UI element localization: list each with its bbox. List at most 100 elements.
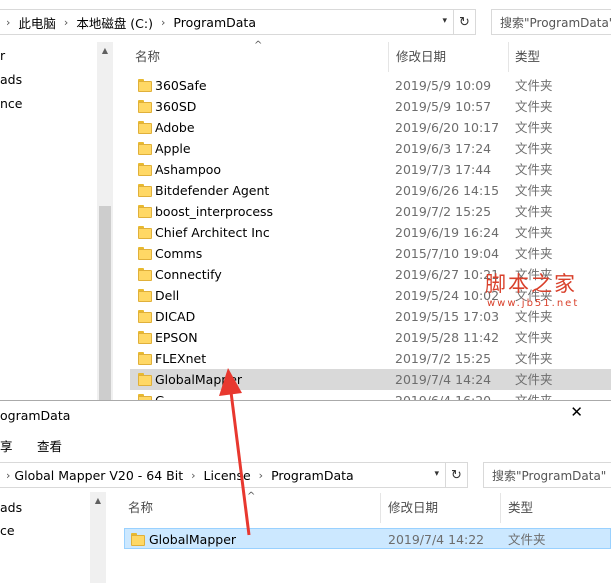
chevron-right-icon[interactable]: › xyxy=(0,16,16,29)
file-type: 文件夹 xyxy=(515,225,553,240)
folder-icon xyxy=(138,184,152,197)
ribbon-tab-share[interactable]: 享 xyxy=(0,436,13,455)
file-type: 文件夹 xyxy=(515,183,553,198)
close-icon[interactable]: ✕ xyxy=(570,403,583,421)
address-box[interactable]: › 此电脑 › 本地磁盘 (C:) › ProgramData ▾ xyxy=(0,9,454,35)
refresh-icon[interactable]: ↻ xyxy=(454,9,476,35)
file-row[interactable]: Bitdefender Agent 2019/6/26 14:15 文件夹 xyxy=(130,180,611,201)
file-date: 2015/7/10 19:04 xyxy=(395,246,500,261)
file-date: 2019/7/4 14:22 xyxy=(388,532,485,547)
file-row[interactable]: DICAD 2019/5/15 17:03 文件夹 xyxy=(130,306,611,327)
file-type: 文件夹 xyxy=(515,351,553,366)
column-divider[interactable] xyxy=(380,493,381,523)
file-type: 文件夹 xyxy=(515,162,553,177)
breadcrumb-programdata[interactable]: ProgramData xyxy=(269,468,356,483)
column-type[interactable]: 类型 xyxy=(515,42,540,72)
refresh-icon[interactable]: ↻ xyxy=(446,462,468,488)
file-date: 2019/7/3 17:44 xyxy=(395,162,492,177)
file-row[interactable]: Chief Architect Inc 2019/6/19 16:24 文件夹 xyxy=(130,222,611,243)
file-row[interactable]: G 2019/6/4 16:20 文件夹 xyxy=(130,390,611,400)
file-name: FLEXnet xyxy=(155,351,207,366)
file-type: 文件夹 xyxy=(508,532,546,547)
file-row[interactable]: Adobe 2019/6/20 10:17 文件夹 xyxy=(130,117,611,138)
scroll-thumb[interactable] xyxy=(99,206,111,400)
file-name: Adobe xyxy=(155,120,195,135)
file-name: Apple xyxy=(155,141,191,156)
file-name: 360SD xyxy=(155,99,197,114)
file-row[interactable]: boost_interprocess 2019/7/2 15:25 文件夹 xyxy=(130,201,611,222)
column-divider[interactable] xyxy=(500,493,501,523)
file-date: 2019/6/19 16:24 xyxy=(395,225,500,240)
ribbon-tab-view[interactable]: 查看 xyxy=(37,436,62,455)
column-divider[interactable] xyxy=(508,42,509,72)
file-row[interactable]: GlobalMapper 2019/7/4 14:24 文件夹 xyxy=(130,369,611,390)
file-name: DICAD xyxy=(155,309,196,324)
chevron-down-icon[interactable]: ▾ xyxy=(434,469,439,479)
file-row[interactable]: FLEXnet 2019/7/2 15:25 文件夹 xyxy=(130,348,611,369)
column-date[interactable]: 修改日期 xyxy=(388,493,438,523)
explorer-window-bottom: ogramData ✕ 享 查看 › Global Mapper V20 - 6… xyxy=(0,400,611,583)
chevron-right-icon[interactable]: › xyxy=(253,469,269,482)
file-name: Dell xyxy=(155,288,180,303)
chevron-right-icon[interactable]: › xyxy=(155,16,171,29)
file-row[interactable]: GlobalMapper 2019/7/4 14:22 文件夹 xyxy=(124,528,611,549)
breadcrumb-global-mapper[interactable]: Global Mapper V20 - 64 Bit xyxy=(12,468,185,483)
folder-icon xyxy=(138,142,152,155)
folder-icon xyxy=(138,352,152,365)
chevron-right-icon[interactable]: › xyxy=(58,16,74,29)
file-date: 2019/5/9 10:09 xyxy=(395,78,492,93)
file-row[interactable]: 360Safe 2019/5/9 10:09 文件夹 xyxy=(130,75,611,96)
file-type: 文件夹 xyxy=(515,141,553,156)
watermark-url: www.jb51.net xyxy=(487,298,580,309)
column-date[interactable]: 修改日期 xyxy=(396,42,446,72)
file-date: 2019/5/28 11:42 xyxy=(395,330,500,345)
file-row[interactable]: 360SD 2019/5/9 10:57 文件夹 xyxy=(130,96,611,117)
folder-icon xyxy=(138,163,152,176)
file-date: 2019/6/20 10:17 xyxy=(395,120,500,135)
nav-item[interactable]: nce xyxy=(0,96,23,111)
nav-item[interactable]: ads xyxy=(0,72,22,87)
breadcrumb-this-pc[interactable]: 此电脑 xyxy=(16,13,58,32)
window-border xyxy=(0,400,611,401)
file-date: 2019/6/4 16:20 xyxy=(395,390,491,400)
chevron-right-icon[interactable]: › xyxy=(0,469,12,482)
file-name: EPSON xyxy=(155,330,198,345)
window-title: ogramData xyxy=(0,408,71,423)
file-row[interactable]: EPSON 2019/5/28 11:42 文件夹 xyxy=(130,327,611,348)
breadcrumb-programdata[interactable]: ProgramData xyxy=(171,15,258,30)
folder-icon xyxy=(138,247,152,260)
file-type: 文件夹 xyxy=(515,390,553,400)
folder-icon xyxy=(138,289,152,302)
file-row[interactable]: Comms 2015/7/10 19:04 文件夹 xyxy=(130,243,611,264)
file-row[interactable]: Ashampoo 2019/7/3 17:44 文件夹 xyxy=(130,159,611,180)
file-date: 2019/7/4 14:24 xyxy=(395,372,492,387)
file-date: 2019/5/9 10:57 xyxy=(395,99,492,114)
file-date: 2019/6/3 17:24 xyxy=(395,141,492,156)
breadcrumb-local-disk[interactable]: 本地磁盘 (C:) xyxy=(74,13,155,32)
file-date: 2019/6/26 14:15 xyxy=(395,183,500,198)
chevron-down-icon[interactable]: ▾ xyxy=(442,16,447,26)
nav-item[interactable]: ce xyxy=(0,523,15,538)
chevron-right-icon[interactable]: › xyxy=(185,469,201,482)
breadcrumb-license[interactable]: License xyxy=(202,468,253,483)
folder-icon xyxy=(138,121,152,134)
column-type[interactable]: 类型 xyxy=(508,493,533,523)
file-name: GlobalMapper xyxy=(155,372,243,387)
watermark: 脚本之家 www.jb51.net xyxy=(485,268,577,309)
file-date: 2019/7/2 15:25 xyxy=(395,204,492,219)
folder-icon xyxy=(131,533,145,546)
file-name: 360Safe xyxy=(155,78,207,93)
address-bar: › 此电脑 › 本地磁盘 (C:) › ProgramData ▾ ↻ 搜索"P… xyxy=(0,9,611,35)
file-row[interactable]: Apple 2019/6/3 17:24 文件夹 xyxy=(130,138,611,159)
nav-scrollbar[interactable]: ▲ xyxy=(97,42,113,400)
column-divider[interactable] xyxy=(388,42,389,72)
folder-icon xyxy=(138,373,152,386)
file-date: 2019/5/15 17:03 xyxy=(395,309,500,324)
search-input[interactable]: 搜索"ProgramData" xyxy=(491,9,611,35)
search-input[interactable]: 搜索"ProgramData" xyxy=(483,462,611,488)
column-name[interactable]: 名称 xyxy=(128,493,153,523)
column-name[interactable]: 名称 xyxy=(135,42,160,72)
file-name: boost_interprocess xyxy=(155,204,274,219)
folder-icon xyxy=(138,268,152,281)
address-box[interactable]: › Global Mapper V20 - 64 Bit › License ›… xyxy=(0,462,446,488)
